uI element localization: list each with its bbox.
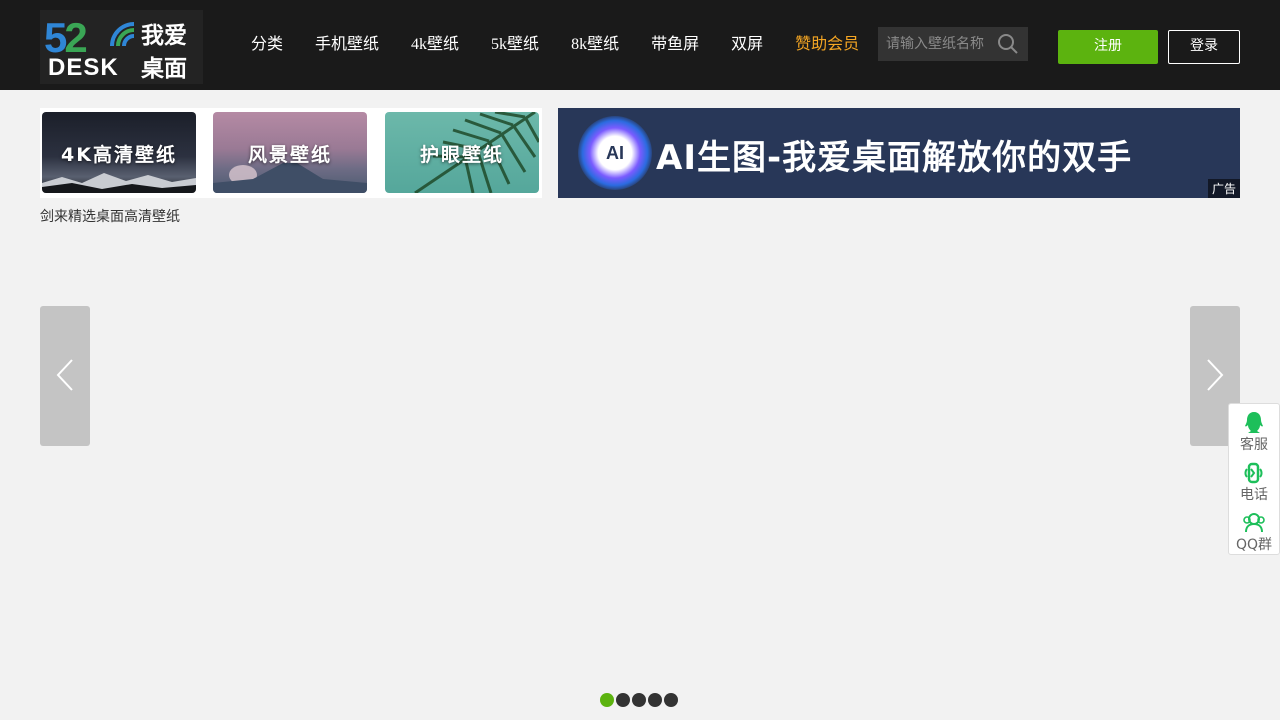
ad-orb-text: AI	[606, 143, 624, 163]
nav-item-4k[interactable]: 4k壁纸	[395, 0, 475, 90]
nav-item-dual-screen[interactable]: 双屏	[715, 0, 779, 90]
slider-prev-button[interactable]	[40, 306, 90, 446]
chevron-right-icon	[1207, 359, 1224, 391]
category-strip: 4K高清壁纸 风景壁纸 护眼壁纸	[40, 108, 542, 198]
slider-dot[interactable]	[664, 693, 678, 707]
ad-banner[interactable]: AI AI生图-我爱桌面解放你的双手 广告	[558, 108, 1240, 198]
main-nav: 分类 手机壁纸 4k壁纸 5k壁纸 8k壁纸 带鱼屏 双屏 赞助会员	[235, 0, 875, 90]
site-header: 52 DESK 我爱 桌面 分类 手机壁纸 4k壁纸 5k壁纸 8k壁纸 带鱼屏…	[0, 0, 1280, 90]
logo-desk-text: DESK	[48, 54, 119, 81]
slider-dot[interactable]	[616, 693, 630, 707]
slider-dots	[600, 693, 678, 707]
side-item-customer-service[interactable]: 客服	[1229, 406, 1279, 456]
qq-penguin-icon	[1245, 412, 1263, 433]
nav-item-category[interactable]: 分类	[235, 0, 299, 90]
search-input[interactable]	[878, 27, 996, 61]
side-service-panel: 客服 电话 QQ群	[1228, 403, 1280, 555]
mountain-graphic	[42, 173, 196, 193]
register-button[interactable]: 注册	[1058, 30, 1158, 64]
side-item-label: 客服	[1240, 437, 1268, 453]
phone-icon	[1244, 462, 1263, 484]
nav-item-8k[interactable]: 8k壁纸	[555, 0, 635, 90]
slider-dot[interactable]	[648, 693, 662, 707]
ad-headline: AI生图-我爱桌面解放你的双手	[656, 138, 1133, 178]
side-item-label: QQ群	[1235, 537, 1273, 553]
side-item-label: 电话	[1240, 487, 1268, 503]
slide-image-alt[interactable]: 剑来精选桌面高清壁纸	[40, 206, 180, 226]
side-item-phone[interactable]: 电话	[1229, 456, 1279, 506]
category-4k-hd[interactable]: 4K高清壁纸	[42, 112, 196, 193]
nav-item-ultrawide[interactable]: 带鱼屏	[635, 0, 715, 90]
site-logo[interactable]: 52 DESK 我爱 桌面	[40, 10, 203, 84]
qq-group-icon	[1243, 513, 1265, 533]
nav-item-sponsor-vip[interactable]: 赞助会员	[779, 0, 875, 90]
side-item-qq-group[interactable]: QQ群	[1229, 506, 1279, 556]
category-scenery[interactable]: 风景壁纸	[213, 112, 367, 193]
nav-item-mobile-wallpaper[interactable]: 手机壁纸	[299, 0, 395, 90]
logo-cn-bottom: 桌面	[141, 56, 187, 82]
slider-dot[interactable]	[600, 693, 614, 707]
chevron-left-icon	[56, 359, 73, 391]
logo-cn-top: 我爱	[141, 23, 187, 49]
category-label: 风景壁纸	[247, 144, 332, 166]
category-label: 4K高清壁纸	[61, 144, 177, 166]
wifi-icon	[110, 22, 135, 47]
search-icon[interactable]	[997, 33, 1019, 55]
hero-slider: 剑来精选桌面高清壁纸	[40, 206, 1240, 706]
search-box	[878, 27, 1028, 61]
login-button[interactable]: 登录	[1168, 30, 1240, 64]
nav-item-5k[interactable]: 5k壁纸	[475, 0, 555, 90]
category-eye-care[interactable]: 护眼壁纸	[385, 112, 539, 193]
ad-label: 广告	[1207, 179, 1240, 198]
slider-dot[interactable]	[632, 693, 646, 707]
category-label: 护眼壁纸	[419, 144, 504, 166]
